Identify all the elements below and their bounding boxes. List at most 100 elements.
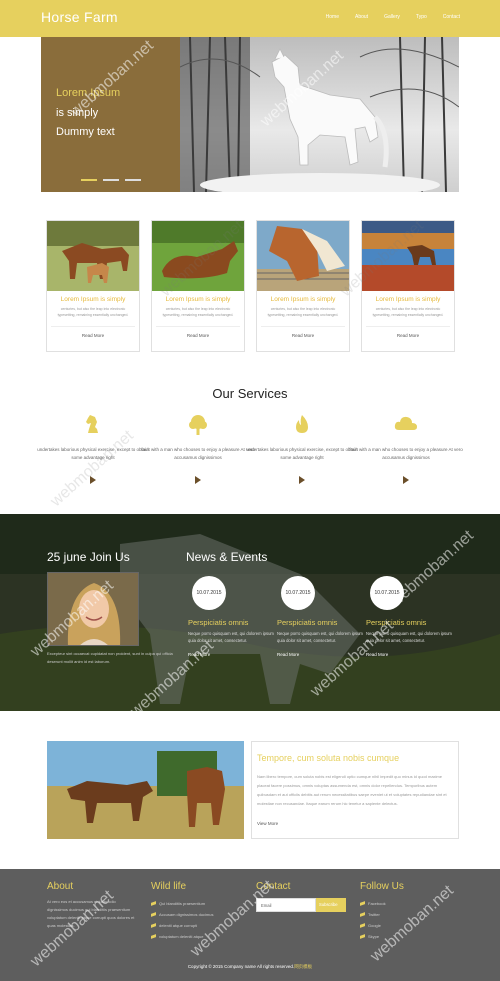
card-read-more-link[interactable]: Read More bbox=[47, 333, 139, 338]
feature-title: Tempore, cum soluta nobis cumque bbox=[257, 753, 400, 763]
main-nav: Home About Gallery Typo Contact bbox=[326, 14, 460, 20]
card-4: Lorem Ipsum is simply centuries, but als… bbox=[361, 220, 455, 352]
woman-photo bbox=[47, 572, 139, 646]
card-1: Lorem Ipsum is simply centuries, but als… bbox=[46, 220, 140, 352]
card-read-more-link[interactable]: Read More bbox=[362, 333, 454, 338]
social-link-skype[interactable]: Skype bbox=[360, 931, 404, 942]
event-read-more-link[interactable]: Read More bbox=[277, 652, 367, 657]
card-text: centuries, but also the leap into electr… bbox=[372, 307, 444, 317]
nav-home[interactable]: Home bbox=[326, 14, 339, 20]
subscribe-button[interactable]: Subscribe bbox=[316, 898, 346, 912]
arrow-icon bbox=[360, 901, 365, 906]
footer-wildlife-link[interactable]: deleniti atque corrupti bbox=[151, 920, 213, 931]
service-text: fault with a man who chooses to enjoy a … bbox=[141, 447, 255, 460]
footer-wildlife-link[interactable]: Accusam dignissimos ducimus bbox=[151, 909, 213, 920]
service-text: fault with a man who chooses to enjoy a … bbox=[349, 447, 463, 460]
tree-icon bbox=[138, 414, 258, 436]
fire-icon bbox=[242, 414, 362, 436]
card-image-horse-head bbox=[257, 221, 349, 291]
card-divider bbox=[366, 326, 450, 327]
social-link-twitter[interactable]: Twitter bbox=[360, 909, 404, 920]
site-logo[interactable]: Horse Farm bbox=[41, 9, 118, 25]
page: Horse Farm Home About Gallery Typo Conta… bbox=[0, 0, 500, 981]
slider-dot-2[interactable] bbox=[103, 179, 119, 181]
join-title: 25 june Join Us bbox=[47, 550, 130, 564]
footer-wildlife-link[interactable]: Qui blanditiis praesentium bbox=[151, 898, 213, 909]
nav-about[interactable]: About bbox=[355, 14, 368, 20]
event-read-more-link[interactable]: Read More bbox=[366, 652, 456, 657]
event-2: 10.07.2015 Perspiciatis omnis Neque porr… bbox=[277, 576, 367, 657]
event-date: 10.07.2015 bbox=[281, 576, 315, 610]
footer-wildlife-link[interactable]: voluptatum deleniti atque bbox=[151, 931, 213, 942]
card-title: Lorem Ipsum is simply bbox=[165, 296, 231, 303]
event-title[interactable]: Perspiciatis omnis bbox=[366, 618, 456, 627]
card-divider bbox=[156, 326, 240, 327]
arrow-icon bbox=[360, 923, 365, 928]
arrow-icon bbox=[151, 923, 156, 928]
social-link-google[interactable]: Google bbox=[360, 920, 404, 931]
service-text: undertakes laborious physical exercise, … bbox=[37, 447, 149, 460]
play-arrow-icon[interactable] bbox=[195, 476, 201, 484]
copyright-link[interactable]: 网页模板 bbox=[294, 964, 312, 969]
footer-contact-title: Contact bbox=[256, 881, 291, 892]
cloud-icon bbox=[346, 414, 466, 436]
slider-dot-3[interactable] bbox=[125, 179, 141, 181]
card-read-more-link[interactable]: Read More bbox=[152, 333, 244, 338]
card-text: centuries, but also the leap into electr… bbox=[57, 307, 129, 317]
card-title: Lorem Ipsum is simply bbox=[60, 296, 126, 303]
event-text: Neque porro quisquam est, qui dolorem ip… bbox=[366, 631, 452, 643]
arrow-icon bbox=[151, 901, 156, 906]
card-title: Lorem Ipsum is simply bbox=[375, 296, 441, 303]
event-text: Neque porro quisquam est, qui dolorem ip… bbox=[277, 631, 363, 643]
service-4: fault with a man who chooses to enjoy a … bbox=[346, 414, 466, 484]
arrow-icon bbox=[151, 912, 156, 917]
join-text: Excepteur sint occaecat cupidatat non pr… bbox=[47, 651, 173, 664]
card-divider bbox=[51, 326, 135, 327]
card-3: Lorem Ipsum is simply centuries, but als… bbox=[256, 220, 350, 352]
play-arrow-icon[interactable] bbox=[299, 476, 305, 484]
footer-about: About At vero eos et accusamus et iusto … bbox=[47, 881, 135, 930]
event-read-more-link[interactable]: Read More bbox=[188, 652, 278, 657]
feature-view-more-link[interactable]: View More bbox=[257, 821, 278, 826]
slider-dot-1[interactable] bbox=[81, 179, 97, 181]
card-image-lying-horse bbox=[152, 221, 244, 291]
footer-contact: Contact Email Subscribe bbox=[256, 881, 346, 912]
play-arrow-icon[interactable] bbox=[403, 476, 409, 484]
services-title: Our Services bbox=[212, 386, 288, 401]
site-header: Horse Farm Home About Gallery Typo Conta… bbox=[0, 0, 500, 37]
news-title: News & Events bbox=[186, 550, 268, 564]
social-link-facebook[interactable]: Facebook bbox=[360, 898, 404, 909]
hero-line-3: Dummy text bbox=[56, 126, 115, 138]
email-input[interactable]: Email bbox=[256, 898, 316, 912]
hero-line-1: Lorem Ipsum bbox=[56, 87, 121, 99]
nav-gallery[interactable]: Gallery bbox=[384, 14, 400, 20]
arrow-icon bbox=[360, 912, 365, 917]
feature-image-two-horses bbox=[47, 741, 244, 839]
site-footer: About At vero eos et accusamus et iusto … bbox=[0, 869, 500, 981]
card-read-more-link[interactable]: Read More bbox=[257, 333, 349, 338]
card-2: Lorem Ipsum is simply centuries, but als… bbox=[151, 220, 245, 352]
event-1: 10.07.2015 Perspiciatis omnis Neque porr… bbox=[188, 576, 278, 657]
card-text: centuries, but also the leap into electr… bbox=[267, 307, 339, 317]
event-title[interactable]: Perspiciatis omnis bbox=[277, 618, 367, 627]
nav-contact[interactable]: Contact bbox=[443, 14, 460, 20]
play-arrow-icon[interactable] bbox=[90, 476, 96, 484]
service-text: undertakes laborious physical exercise, … bbox=[246, 447, 358, 460]
events-section: 25 june Join Us Excepteur sint occaecat … bbox=[0, 514, 500, 711]
event-3: 10.07.2015 Perspiciatis omnis Neque porr… bbox=[366, 576, 456, 657]
nav-typo[interactable]: Typo bbox=[416, 14, 427, 20]
event-title[interactable]: Perspiciatis omnis bbox=[188, 618, 278, 627]
hero-caption: Lorem Ipsum is simply Dummy text bbox=[41, 37, 180, 192]
card-text: centuries, but also the leap into electr… bbox=[162, 307, 234, 317]
event-text: Neque porro quisquam est, qui dolorem ip… bbox=[188, 631, 274, 643]
arrow-icon bbox=[360, 934, 365, 939]
footer-about-text: At vero eos et accusamus et iusto odio d… bbox=[47, 899, 135, 928]
service-2: fault with a man who chooses to enjoy a … bbox=[138, 414, 258, 484]
copyright: Copyright © 2015 Company name All rights… bbox=[187, 964, 313, 969]
footer-wildlife-title: Wild life bbox=[151, 881, 187, 892]
feature-cards: Lorem Ipsum is simply centuries, but als… bbox=[46, 220, 455, 352]
card-image-horse-lake bbox=[362, 221, 454, 291]
chess-knight-icon bbox=[33, 414, 153, 436]
card-image-mare-foal bbox=[47, 221, 139, 291]
footer-wildlife: Wild life Qui blanditiis praesentium Acc… bbox=[151, 881, 213, 942]
